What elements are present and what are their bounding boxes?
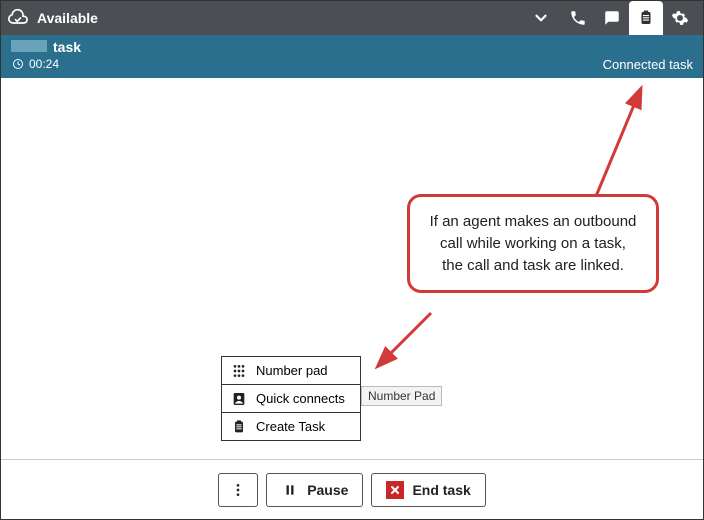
end-task-button[interactable]: End task <box>371 473 485 507</box>
task-timer: 00:24 <box>29 57 59 71</box>
menu-item-label: Quick connects <box>256 391 345 406</box>
task-prefix-redaction <box>11 40 47 52</box>
annotation-arrow-down <box>371 308 451 378</box>
bottom-toolbar: Pause End task <box>1 459 703 519</box>
pause-button[interactable]: Pause <box>266 473 363 507</box>
task-status: Connected task <box>603 57 693 72</box>
more-actions-button[interactable] <box>218 473 258 507</box>
cloud-check-icon <box>7 7 29 29</box>
tooltip: Number Pad <box>361 386 442 406</box>
menu-item-label: Number pad <box>256 363 328 378</box>
contacts-icon <box>230 390 248 408</box>
menu-item-label: Create Task <box>256 419 325 434</box>
action-popup-menu: Number pad Quick connects Create Task <box>221 356 361 441</box>
annotation-callout: If an agent makes an outbound call while… <box>407 194 659 293</box>
channel-tabs <box>561 1 697 35</box>
menu-item-number-pad[interactable]: Number pad <box>221 357 361 385</box>
more-vertical-icon <box>230 482 246 498</box>
end-task-button-label: End task <box>412 482 470 498</box>
dialpad-icon <box>230 362 248 380</box>
callout-text: If an agent makes an outbound call while… <box>430 213 637 274</box>
tab-chat[interactable] <box>595 1 629 35</box>
menu-item-create-task[interactable]: Create Task <box>221 413 361 441</box>
top-bar: Available <box>1 1 703 35</box>
clock-icon <box>11 57 25 71</box>
chevron-down-icon[interactable] <box>531 8 551 28</box>
pause-button-label: Pause <box>307 482 348 498</box>
phone-icon <box>569 9 587 27</box>
gear-icon <box>671 9 689 27</box>
chat-icon <box>603 9 621 27</box>
menu-item-quick-connects[interactable]: Quick connects <box>221 385 361 413</box>
content-area: If an agent makes an outbound call while… <box>1 78 703 459</box>
close-icon <box>386 481 404 499</box>
tab-settings[interactable] <box>663 1 697 35</box>
task-header: task 00:24 Connected task <box>1 35 703 78</box>
tab-task[interactable] <box>629 1 663 35</box>
tab-phone[interactable] <box>561 1 595 35</box>
clipboard-icon <box>637 9 655 27</box>
clipboard-icon <box>230 418 248 436</box>
status-text: Available <box>37 10 98 26</box>
pause-icon <box>281 481 299 499</box>
task-title: task <box>53 39 81 55</box>
